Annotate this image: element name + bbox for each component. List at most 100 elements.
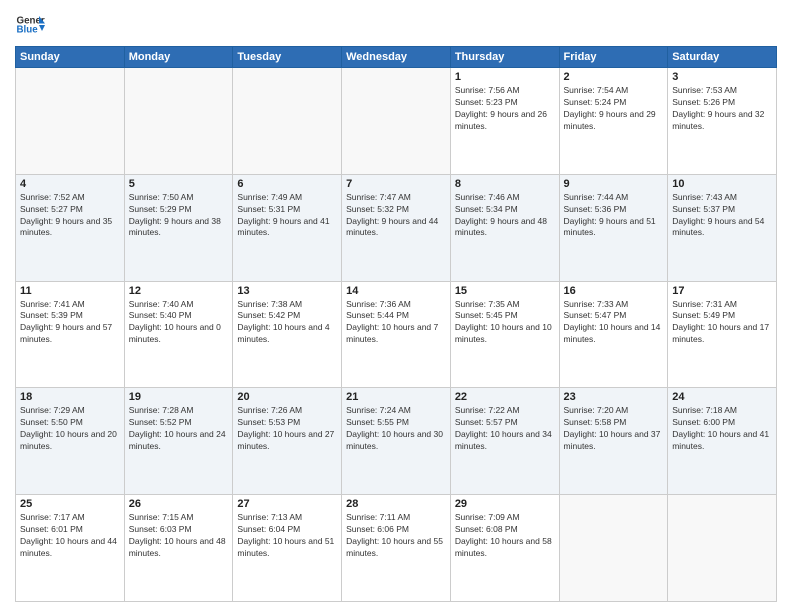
- calendar-cell: 26 Sunrise: 7:15 AM Sunset: 6:03 PM Dayli…: [124, 495, 233, 602]
- day-number: 11: [20, 285, 120, 297]
- day-info: Sunrise: 7:17 AM Sunset: 6:01 PM Dayligh…: [20, 512, 120, 560]
- calendar-cell: 18 Sunrise: 7:29 AM Sunset: 5:50 PM Dayli…: [16, 388, 125, 495]
- calendar-cell: 14 Sunrise: 7:36 AM Sunset: 5:44 PM Dayli…: [342, 281, 451, 388]
- day-info: Sunrise: 7:09 AM Sunset: 6:08 PM Dayligh…: [455, 512, 555, 560]
- calendar-cell: 27 Sunrise: 7:13 AM Sunset: 6:04 PM Dayli…: [233, 495, 342, 602]
- day-info: Sunrise: 7:36 AM Sunset: 5:44 PM Dayligh…: [346, 299, 446, 347]
- calendar-cell: [559, 495, 668, 602]
- day-number: 24: [672, 391, 772, 403]
- day-number: 17: [672, 285, 772, 297]
- day-number: 12: [129, 285, 229, 297]
- calendar-cell: [668, 495, 777, 602]
- day-number: 22: [455, 391, 555, 403]
- calendar-cell: 9 Sunrise: 7:44 AM Sunset: 5:36 PM Daylig…: [559, 174, 668, 281]
- calendar-cell: [124, 68, 233, 175]
- day-number: 23: [564, 391, 664, 403]
- day-number: 20: [237, 391, 337, 403]
- calendar-week-1: 1 Sunrise: 7:56 AM Sunset: 5:23 PM Daylig…: [16, 68, 777, 175]
- weekday-header-saturday: Saturday: [668, 47, 777, 68]
- weekday-header-wednesday: Wednesday: [342, 47, 451, 68]
- day-number: 14: [346, 285, 446, 297]
- day-info: Sunrise: 7:20 AM Sunset: 5:58 PM Dayligh…: [564, 405, 664, 453]
- weekday-header-friday: Friday: [559, 47, 668, 68]
- day-info: Sunrise: 7:46 AM Sunset: 5:34 PM Dayligh…: [455, 192, 555, 240]
- calendar-cell: 16 Sunrise: 7:33 AM Sunset: 5:47 PM Dayli…: [559, 281, 668, 388]
- day-info: Sunrise: 7:18 AM Sunset: 6:00 PM Dayligh…: [672, 405, 772, 453]
- day-number: 26: [129, 498, 229, 510]
- day-number: 1: [455, 71, 555, 83]
- day-number: 19: [129, 391, 229, 403]
- day-info: Sunrise: 7:33 AM Sunset: 5:47 PM Dayligh…: [564, 299, 664, 347]
- calendar-cell: 12Sunrise: 7:40 AM Sunset: 5:40 PM Dayli…: [124, 281, 233, 388]
- svg-text:Blue: Blue: [17, 25, 39, 36]
- day-info: Sunrise: 7:22 AM Sunset: 5:57 PM Dayligh…: [455, 405, 555, 453]
- calendar-week-2: 4Sunrise: 7:52 AM Sunset: 5:27 PM Daylig…: [16, 174, 777, 281]
- calendar-cell: 25 Sunrise: 7:17 AM Sunset: 6:01 PM Dayli…: [16, 495, 125, 602]
- day-number: 4: [20, 178, 120, 190]
- day-info: Sunrise: 7:47 AM Sunset: 5:32 PM Dayligh…: [346, 192, 446, 240]
- day-number: 10: [672, 178, 772, 190]
- day-number: 5: [129, 178, 229, 190]
- day-info: Sunrise: 7:49 AM Sunset: 5:31 PM Dayligh…: [237, 192, 337, 240]
- day-info: Sunrise: 7:56 AM Sunset: 5:23 PM Dayligh…: [455, 85, 555, 133]
- day-number: 29: [455, 498, 555, 510]
- day-number: 13: [237, 285, 337, 297]
- header: General Blue: [15, 10, 777, 40]
- calendar-cell: 7 Sunrise: 7:47 AM Sunset: 5:32 PM Daylig…: [342, 174, 451, 281]
- calendar-week-5: 25 Sunrise: 7:17 AM Sunset: 6:01 PM Dayli…: [16, 495, 777, 602]
- day-number: 3: [672, 71, 772, 83]
- day-number: 25: [20, 498, 120, 510]
- day-number: 27: [237, 498, 337, 510]
- weekday-header-sunday: Sunday: [16, 47, 125, 68]
- day-info: Sunrise: 7:29 AM Sunset: 5:50 PM Dayligh…: [20, 405, 120, 453]
- calendar-cell: 13Sunrise: 7:38 AM Sunset: 5:42 PM Dayli…: [233, 281, 342, 388]
- day-info: Sunrise: 7:44 AM Sunset: 5:36 PM Dayligh…: [564, 192, 664, 240]
- day-info: Sunrise: 7:31 AM Sunset: 5:49 PM Dayligh…: [672, 299, 772, 347]
- calendar-week-3: 11 Sunrise: 7:41 AM Sunset: 5:39 PM Dayli…: [16, 281, 777, 388]
- calendar-cell: 6Sunrise: 7:49 AM Sunset: 5:31 PM Daylig…: [233, 174, 342, 281]
- day-number: 21: [346, 391, 446, 403]
- calendar-cell: 28 Sunrise: 7:11 AM Sunset: 6:06 PM Dayli…: [342, 495, 451, 602]
- calendar-cell: 23 Sunrise: 7:20 AM Sunset: 5:58 PM Dayli…: [559, 388, 668, 495]
- calendar-cell: 17 Sunrise: 7:31 AM Sunset: 5:49 PM Dayli…: [668, 281, 777, 388]
- calendar-cell: 19 Sunrise: 7:28 AM Sunset: 5:52 PM Dayli…: [124, 388, 233, 495]
- day-info: Sunrise: 7:24 AM Sunset: 5:55 PM Dayligh…: [346, 405, 446, 453]
- calendar-cell: 15 Sunrise: 7:35 AM Sunset: 5:45 PM Dayli…: [450, 281, 559, 388]
- calendar-cell: 10 Sunrise: 7:43 AM Sunset: 5:37 PM Dayli…: [668, 174, 777, 281]
- day-number: 28: [346, 498, 446, 510]
- day-info: Sunrise: 7:13 AM Sunset: 6:04 PM Dayligh…: [237, 512, 337, 560]
- day-number: 18: [20, 391, 120, 403]
- day-number: 15: [455, 285, 555, 297]
- calendar-cell: 5 Sunrise: 7:50 AM Sunset: 5:29 PM Daylig…: [124, 174, 233, 281]
- calendar-cell: 21 Sunrise: 7:24 AM Sunset: 5:55 PM Dayli…: [342, 388, 451, 495]
- calendar-week-4: 18 Sunrise: 7:29 AM Sunset: 5:50 PM Dayli…: [16, 388, 777, 495]
- calendar-cell: 1 Sunrise: 7:56 AM Sunset: 5:23 PM Daylig…: [450, 68, 559, 175]
- day-info: Sunrise: 7:35 AM Sunset: 5:45 PM Dayligh…: [455, 299, 555, 347]
- day-number: 7: [346, 178, 446, 190]
- day-info: Sunrise: 7:54 AM Sunset: 5:24 PM Dayligh…: [564, 85, 664, 133]
- calendar-cell: 20 Sunrise: 7:26 AM Sunset: 5:53 PM Dayli…: [233, 388, 342, 495]
- weekday-header-row: SundayMondayTuesdayWednesdayThursdayFrid…: [16, 47, 777, 68]
- day-info: Sunrise: 7:43 AM Sunset: 5:37 PM Dayligh…: [672, 192, 772, 240]
- logo: General Blue: [15, 10, 45, 40]
- day-info: Sunrise: 7:28 AM Sunset: 5:52 PM Dayligh…: [129, 405, 229, 453]
- calendar-table: SundayMondayTuesdayWednesdayThursdayFrid…: [15, 46, 777, 602]
- day-info: Sunrise: 7:15 AM Sunset: 6:03 PM Dayligh…: [129, 512, 229, 560]
- logo-icon: General Blue: [15, 10, 45, 40]
- day-number: 2: [564, 71, 664, 83]
- day-info: Sunrise: 7:41 AM Sunset: 5:39 PM Dayligh…: [20, 299, 120, 347]
- calendar-cell: 29 Sunrise: 7:09 AM Sunset: 6:08 PM Dayli…: [450, 495, 559, 602]
- weekday-header-monday: Monday: [124, 47, 233, 68]
- day-info: Sunrise: 7:26 AM Sunset: 5:53 PM Dayligh…: [237, 405, 337, 453]
- day-info: Sunrise: 7:11 AM Sunset: 6:06 PM Dayligh…: [346, 512, 446, 560]
- calendar-cell: 2 Sunrise: 7:54 AM Sunset: 5:24 PM Daylig…: [559, 68, 668, 175]
- day-number: 16: [564, 285, 664, 297]
- day-number: 9: [564, 178, 664, 190]
- day-info: Sunrise: 7:53 AM Sunset: 5:26 PM Dayligh…: [672, 85, 772, 133]
- calendar-cell: [16, 68, 125, 175]
- page: General Blue SundayMondayTuesdayWednesda…: [0, 0, 792, 612]
- calendar-cell: [233, 68, 342, 175]
- day-info: Sunrise: 7:50 AM Sunset: 5:29 PM Dayligh…: [129, 192, 229, 240]
- calendar-cell: 24 Sunrise: 7:18 AM Sunset: 6:00 PM Dayli…: [668, 388, 777, 495]
- weekday-header-tuesday: Tuesday: [233, 47, 342, 68]
